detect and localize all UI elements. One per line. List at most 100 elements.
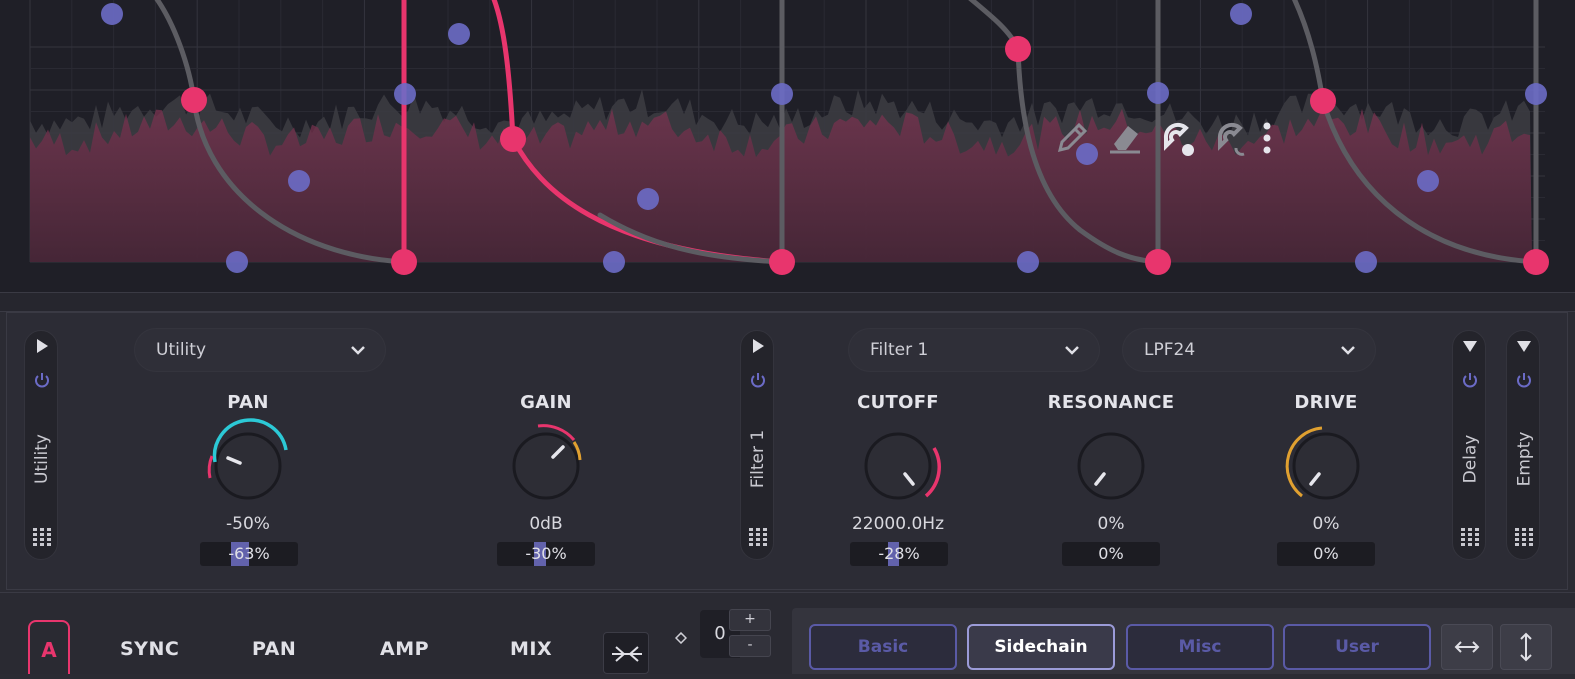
collapse-triangle-icon[interactable] xyxy=(1461,337,1479,355)
curve-handle xyxy=(1230,3,1252,25)
horizontal-arrows-icon xyxy=(1454,641,1480,653)
delay-strip-label: Delay xyxy=(1460,434,1481,484)
magnet-off-icon[interactable] xyxy=(1210,118,1256,168)
cutoff-knob[interactable] xyxy=(850,418,946,514)
grid-icon[interactable] xyxy=(32,527,52,547)
utility-device-strip[interactable]: Utility xyxy=(24,330,58,560)
filter-strip-label: Filter 1 xyxy=(748,429,769,489)
resonance-knob-title: RESONANCE xyxy=(1047,392,1175,413)
pencil-icon[interactable] xyxy=(1052,118,1098,168)
offset-decrement-button[interactable]: - xyxy=(729,635,771,657)
amp-mode-button[interactable]: AMP xyxy=(380,638,429,660)
filter-name-dropdown[interactable]: Filter 1 xyxy=(848,328,1100,372)
delay-device-strip[interactable]: Delay xyxy=(1452,330,1486,560)
filter-dropdown-value: Filter 1 xyxy=(870,340,929,360)
cutoff-value: 22000.0Hz xyxy=(851,514,944,534)
drive-knob-title: DRIVE xyxy=(1294,392,1358,413)
envelope-point xyxy=(500,126,526,152)
curve-handle xyxy=(1417,170,1439,192)
cutoff-mod-text: -28% xyxy=(878,544,920,563)
curve-handle xyxy=(101,3,123,25)
grid-icon[interactable] xyxy=(748,527,768,547)
vertical-resize-button[interactable] xyxy=(1500,624,1552,670)
tab-user[interactable]: User xyxy=(1283,624,1431,670)
envelope-editor[interactable] xyxy=(0,0,1575,292)
envelope-point xyxy=(391,249,417,275)
tab-sidechain[interactable]: Sidechain xyxy=(967,624,1115,670)
resonance-knob[interactable] xyxy=(1063,418,1159,514)
gain-mod-text: -30% xyxy=(525,544,567,563)
filter-type-value: LPF24 xyxy=(1144,340,1196,360)
flip-envelope-button[interactable] xyxy=(603,632,649,674)
curve-handle xyxy=(603,251,625,273)
horizontal-resize-button[interactable] xyxy=(1441,624,1493,670)
empty-device-strip[interactable]: Empty xyxy=(1506,330,1540,560)
eraser-icon[interactable] xyxy=(1104,118,1150,168)
pan-knob[interactable] xyxy=(200,418,296,514)
resonance-mod-text: 0% xyxy=(1098,544,1124,563)
power-icon[interactable] xyxy=(749,371,767,389)
envelope-point xyxy=(1005,36,1031,62)
pattern-a-button[interactable]: A xyxy=(28,620,70,674)
gain-value: 0dB xyxy=(529,514,563,534)
sync-button[interactable]: SYNC xyxy=(120,638,179,660)
empty-strip-label: Empty xyxy=(1514,431,1535,487)
pan-mod-amount[interactable]: -63% xyxy=(200,542,298,566)
power-icon[interactable] xyxy=(1461,371,1479,389)
collapse-triangle-icon[interactable] xyxy=(1515,337,1533,355)
envelope-point xyxy=(1145,249,1171,275)
gain-knob[interactable] xyxy=(498,418,594,514)
flip-icon xyxy=(612,646,642,662)
gain-mod-amount[interactable]: -30% xyxy=(497,542,595,566)
drive-mod-amount[interactable]: 0% xyxy=(1277,542,1375,566)
diamond-icon xyxy=(675,632,687,644)
curve-handle xyxy=(1355,251,1377,273)
cutoff-knob-title: CUTOFF xyxy=(857,392,939,413)
drive-value: 0% xyxy=(1312,514,1340,534)
curve-handle xyxy=(226,251,248,273)
grid-icon[interactable] xyxy=(1460,527,1480,547)
envelope-point xyxy=(181,87,207,113)
envelope-point xyxy=(1310,88,1336,114)
more-options-icon[interactable] xyxy=(1262,118,1296,168)
chevron-down-icon xyxy=(1341,346,1355,355)
pan-mod-text: -63% xyxy=(228,544,270,563)
play-icon[interactable] xyxy=(749,337,767,355)
utility-type-dropdown[interactable]: Utility xyxy=(134,328,386,372)
curve-handle xyxy=(448,23,470,45)
grid-icon[interactable] xyxy=(1514,527,1534,547)
cutoff-mod-amount[interactable]: -28% xyxy=(850,542,948,566)
vertical-arrows-icon xyxy=(1520,632,1532,662)
mix-button[interactable]: MIX xyxy=(510,638,552,660)
envelope-point xyxy=(1523,249,1549,275)
pan-value: -50% xyxy=(226,514,270,534)
editor-divider[interactable] xyxy=(0,292,1575,312)
curve-handle xyxy=(637,188,659,210)
tab-misc[interactable]: Misc xyxy=(1126,624,1274,670)
resonance-mod-amount[interactable]: 0% xyxy=(1062,542,1160,566)
filter-device-strip[interactable]: Filter 1 xyxy=(740,330,774,560)
gain-knob-title: GAIN xyxy=(520,392,572,413)
chevron-down-icon xyxy=(351,346,365,355)
filter-type-dropdown[interactable]: LPF24 xyxy=(1122,328,1376,372)
curve-handle xyxy=(1525,83,1547,105)
curve-handle xyxy=(288,170,310,192)
drive-knob[interactable] xyxy=(1278,418,1374,514)
drive-mod-text: 0% xyxy=(1313,544,1339,563)
envelope-point xyxy=(769,249,795,275)
curve-handle xyxy=(1017,251,1039,273)
offset-increment-button[interactable]: + xyxy=(729,609,771,631)
play-icon[interactable] xyxy=(33,337,51,355)
power-icon[interactable] xyxy=(33,371,51,389)
resonance-value: 0% xyxy=(1097,514,1125,534)
pan-knob-title: PAN xyxy=(227,392,269,413)
tab-basic[interactable]: Basic xyxy=(809,624,957,670)
curve-handle xyxy=(1147,82,1169,104)
magnet-icon[interactable] xyxy=(1156,118,1202,168)
chevron-down-icon xyxy=(1065,346,1079,355)
pan-mode-button[interactable]: PAN xyxy=(252,638,296,660)
envelope-graph[interactable] xyxy=(0,0,1575,292)
power-icon[interactable] xyxy=(1515,371,1533,389)
curve-handle xyxy=(771,83,793,105)
utility-strip-label: Utility xyxy=(32,433,53,485)
